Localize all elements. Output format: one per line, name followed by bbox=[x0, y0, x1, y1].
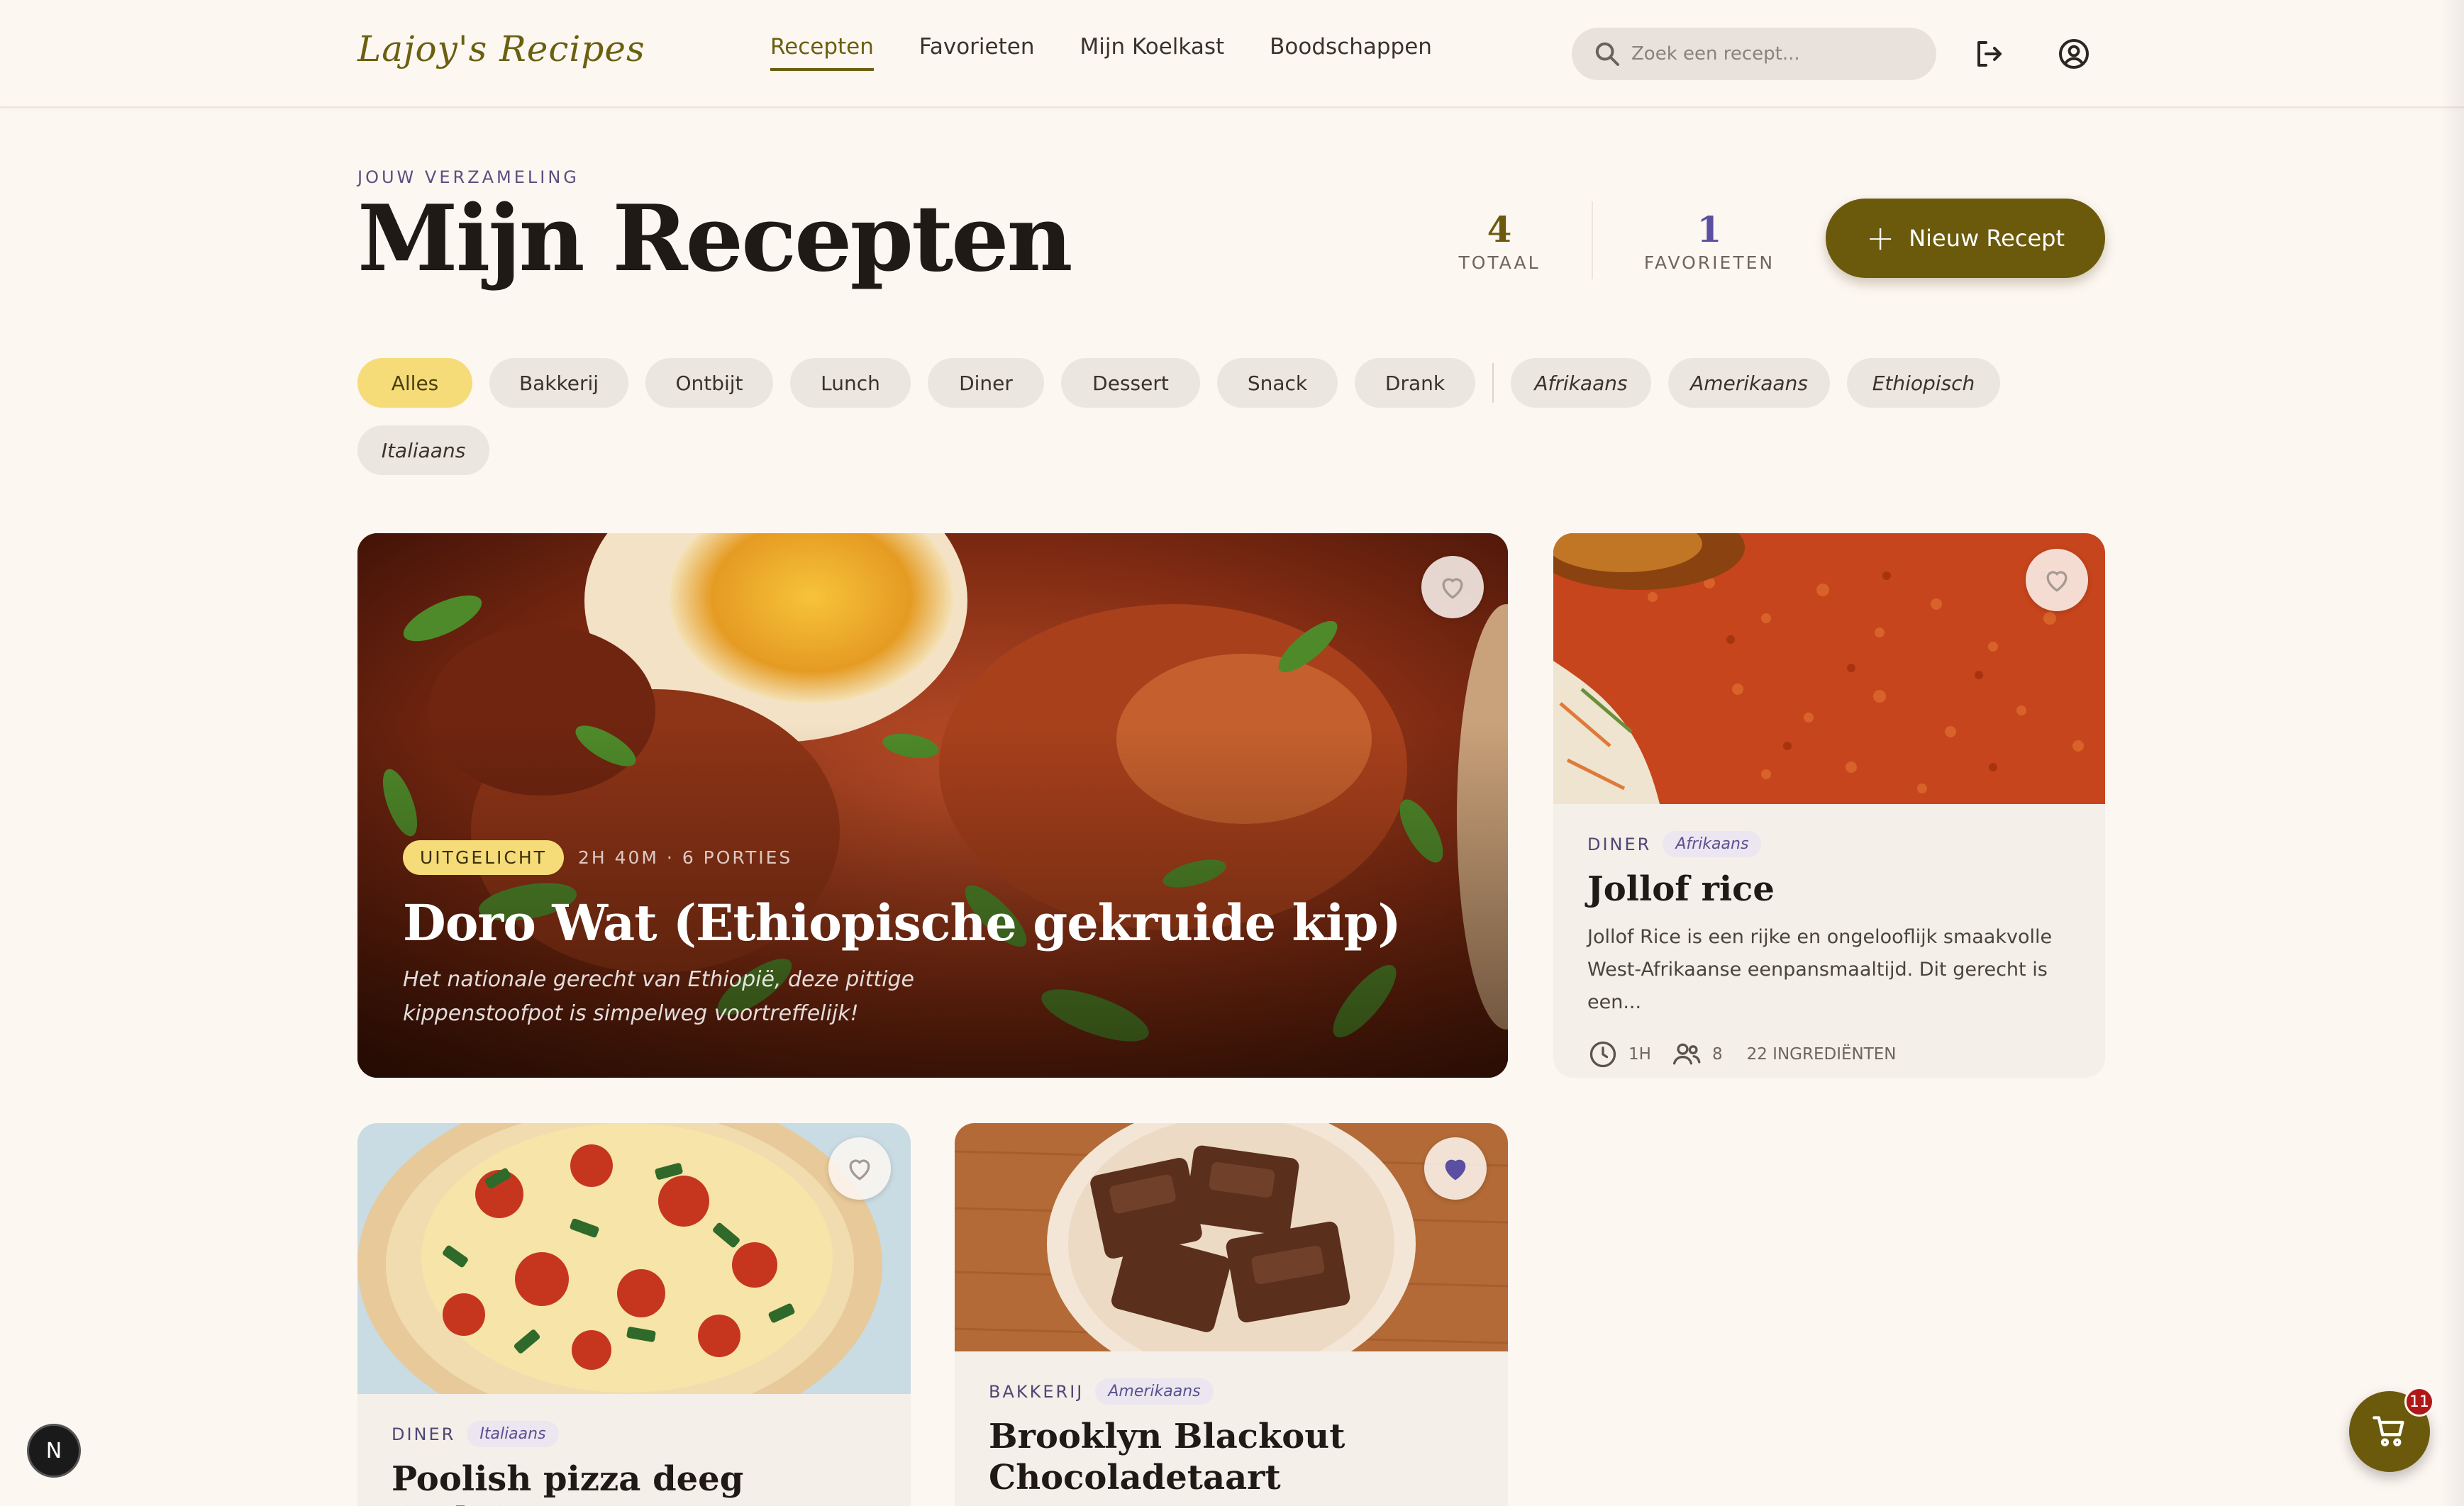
stat-favorieten-label: FAVORIETEN bbox=[1643, 252, 1775, 273]
pizza-card-body: DINER Italiaans Poolish pizza deeg (48hr… bbox=[392, 1421, 877, 1506]
recipe-cuisine-badge: Italiaans bbox=[467, 1421, 559, 1447]
chip-diner[interactable]: Diner bbox=[928, 358, 1044, 408]
recipe-card-jollof-rice[interactable]: DINER Afrikaans Jollof rice Jollof Rice … bbox=[1553, 533, 2105, 1078]
chip-amerikaans[interactable]: Amerikaans bbox=[1668, 358, 1830, 408]
plus-icon: + bbox=[1866, 218, 1895, 258]
featured-recipe-card[interactable]: UITGELICHT 2H 40M · 6 PORTIES Doro Wat (… bbox=[357, 533, 1508, 1078]
new-recipe-label: Nieuw Recept bbox=[1909, 225, 2065, 252]
stat-favorieten-value: 1 bbox=[1697, 208, 1722, 250]
chip-alles[interactable]: Alles bbox=[357, 358, 472, 408]
chip-lunch[interactable]: Lunch bbox=[790, 358, 911, 408]
nav-item-favorieten[interactable]: Favorieten bbox=[919, 34, 1035, 71]
new-recipe-button[interactable]: + Nieuw Recept bbox=[1826, 199, 2105, 278]
chip-drank[interactable]: Drank bbox=[1355, 358, 1475, 408]
recipe-category: DINER bbox=[1587, 834, 1652, 854]
page-title: Mijn Recepten bbox=[357, 186, 1073, 292]
featured-meta: 2H 40M · 6 PORTIES bbox=[577, 847, 793, 868]
users-icon bbox=[1672, 1043, 1701, 1065]
heart-outline-icon bbox=[1442, 578, 1463, 599]
cart-count-badge: 11 bbox=[2404, 1387, 2434, 1417]
recipe-category: DINER bbox=[392, 1424, 456, 1444]
stat-totaal-value: 4 bbox=[1487, 208, 1512, 250]
user-circle-icon[interactable] bbox=[2057, 37, 2091, 71]
featured-content: UITGELICHT 2H 40M · 6 PORTIES Doro Wat (… bbox=[403, 840, 1463, 1031]
section-eyebrow: JOUW VERZAMELING bbox=[357, 167, 579, 187]
search-input[interactable] bbox=[1631, 43, 1929, 65]
search-icon bbox=[1595, 42, 1619, 66]
chip-italiaans[interactable]: Italiaans bbox=[357, 425, 489, 475]
pizza-favorite-button[interactable] bbox=[828, 1137, 891, 1200]
site-logo[interactable]: Lajoy's Recipes bbox=[357, 28, 645, 69]
dev-tools-badge[interactable]: N bbox=[27, 1424, 81, 1478]
nav-item-recepten[interactable]: Recepten bbox=[770, 34, 874, 71]
recipe-time: 1H bbox=[1628, 1045, 1651, 1064]
recipe-description: Jollof Rice is een rijke en ongelooflijk… bbox=[1587, 926, 2053, 1013]
nav-item-boodschappen[interactable]: Boodschappen bbox=[1270, 34, 1432, 71]
featured-badge: UITGELICHT bbox=[403, 840, 564, 875]
page: Lajoy's Recipes Recepten Favorieten Mijn… bbox=[0, 0, 2464, 1506]
chip-ethiopisch[interactable]: Ethiopisch bbox=[1847, 358, 2000, 408]
clock-icon bbox=[1589, 1041, 1616, 1068]
heart-outline-icon bbox=[849, 1159, 870, 1181]
jollof-favorite-button[interactable] bbox=[2026, 549, 2088, 611]
recipe-image-brooklyn-blackout bbox=[955, 1123, 1508, 1351]
chip-divider bbox=[1492, 363, 1494, 403]
brooklyn-card-body: BAKKERIJ Amerikaans Brooklyn Blackout Ch… bbox=[989, 1378, 1474, 1498]
chip-ontbijt[interactable]: Ontbijt bbox=[645, 358, 773, 408]
stat-favorieten: 1 FAVORIETEN bbox=[1617, 208, 1802, 274]
filter-chips: Alles Bakkerij Ontbijt Lunch Diner Desse… bbox=[357, 358, 2017, 408]
cart-icon bbox=[2373, 1416, 2404, 1446]
logout-icon[interactable] bbox=[1972, 37, 2006, 71]
recipe-image-jollof-rice bbox=[1553, 533, 2105, 804]
featured-title[interactable]: Doro Wat (Ethiopische gekruide kip) bbox=[403, 893, 1463, 953]
featured-favorite-button[interactable] bbox=[1421, 556, 1484, 618]
recipe-ingredients-count: 22 INGREDIËNTEN bbox=[1746, 1045, 1897, 1064]
chip-snack[interactable]: Snack bbox=[1217, 358, 1338, 408]
brooklyn-favorite-button[interactable] bbox=[1424, 1137, 1487, 1200]
featured-description: Het nationale gerecht van Ethiopië, deze… bbox=[403, 967, 914, 1026]
nav-item-mijn-koelkast[interactable]: Mijn Koelkast bbox=[1080, 34, 1225, 71]
search-bar bbox=[1572, 28, 1936, 80]
chip-afrikaans[interactable]: Afrikaans bbox=[1511, 358, 1651, 408]
filter-chips-row-2: Italiaans bbox=[357, 425, 506, 475]
recipe-cuisine-badge: Amerikaans bbox=[1095, 1378, 1214, 1405]
recipe-card-poolish-pizza[interactable]: DINER Italiaans Poolish pizza deeg (48hr… bbox=[357, 1123, 911, 1506]
stat-totaal-label: TOTAAL bbox=[1458, 252, 1541, 273]
recipe-meta: 1H 8 22 INGREDIËNTEN bbox=[1587, 1039, 2071, 1070]
stat-divider bbox=[1592, 201, 1593, 279]
recipe-card-brooklyn-blackout[interactable]: BAKKERIJ Amerikaans Brooklyn Blackout Ch… bbox=[955, 1123, 1508, 1506]
page-edge-shadow bbox=[2440, 0, 2464, 1506]
recipe-title[interactable]: Poolish pizza deeg (48hr) bbox=[392, 1458, 877, 1506]
heart-outline-icon bbox=[2046, 571, 2068, 592]
stat-totaal: 4 TOTAAL bbox=[1407, 208, 1592, 274]
recipe-cuisine-badge: Afrikaans bbox=[1663, 831, 1762, 857]
main-nav: Recepten Favorieten Mijn Koelkast Boodsc… bbox=[770, 34, 1432, 71]
recipe-title[interactable]: Brooklyn Blackout Chocoladetaart bbox=[989, 1416, 1358, 1498]
recipe-image-poolish-pizza bbox=[357, 1123, 911, 1394]
recipe-title[interactable]: Jollof rice bbox=[1587, 869, 2071, 910]
heart-filled-icon bbox=[1445, 1159, 1466, 1181]
jollof-card-body: DINER Afrikaans Jollof rice Jollof Rice … bbox=[1587, 831, 2071, 1070]
recipe-servings: 8 bbox=[1711, 1045, 1723, 1064]
chip-dessert[interactable]: Dessert bbox=[1061, 358, 1200, 408]
chip-bakkerij[interactable]: Bakkerij bbox=[489, 358, 628, 408]
recipe-category: BAKKERIJ bbox=[989, 1381, 1084, 1402]
shopping-cart-button[interactable]: 11 bbox=[2349, 1387, 2434, 1472]
top-navigation-bar: Lajoy's Recipes Recepten Favorieten Mijn… bbox=[0, 0, 2464, 108]
